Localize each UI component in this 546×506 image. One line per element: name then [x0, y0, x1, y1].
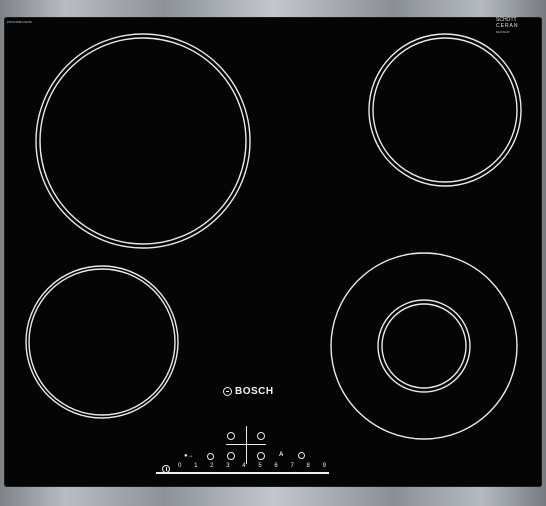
zone-select-front-left[interactable]: [227, 452, 235, 460]
burner-dual-inner-b: [381, 303, 467, 389]
zone-divider-horizontal: [226, 444, 266, 445]
zone-divider-vertical: [246, 426, 247, 464]
slider-digit[interactable]: 7: [290, 463, 293, 470]
zone-select-rear-left[interactable]: [227, 432, 235, 440]
slider-digit[interactable]: 0: [178, 463, 181, 470]
zone-select-rear-right[interactable]: [257, 432, 265, 440]
brand-label: BOSCH: [235, 386, 274, 397]
burner-rear-right-outer: [368, 33, 522, 187]
slider-track[interactable]: [156, 472, 329, 474]
slider-digit[interactable]: 5: [258, 463, 261, 470]
power-level-slider[interactable]: 0 1 2 3 4 5 6 7 8 9: [156, 463, 329, 474]
slider-digit[interactable]: 4: [242, 463, 245, 470]
slider-digit[interactable]: 2: [210, 463, 213, 470]
burner-small-inner: [28, 268, 176, 416]
burner-small-outer: [25, 265, 179, 419]
auto-function-button[interactable]: A: [279, 452, 283, 459]
burner-dual-inner-a: [377, 299, 471, 393]
slider-digit[interactable]: 1: [194, 463, 197, 470]
slider-digit[interactable]: 9: [323, 463, 326, 470]
brand-logo: BOSCH: [223, 386, 274, 397]
slider-digit[interactable]: 8: [307, 463, 310, 470]
slider-digit[interactable]: 3: [226, 463, 229, 470]
burner-large-outer: [35, 33, 251, 249]
child-lock-icon[interactable]: ●→: [184, 453, 194, 460]
zone-select-front-right[interactable]: [257, 452, 265, 460]
burner-dual-outer: [330, 252, 518, 440]
burner-large-inner: [39, 37, 247, 245]
slider-digit[interactable]: 6: [274, 463, 277, 470]
bosch-emblem-icon: [223, 387, 232, 396]
burner-rear-right-inner: [372, 37, 518, 183]
timer-icon[interactable]: [298, 452, 305, 459]
burner-markings: [25, 33, 522, 440]
wipe-protection-icon[interactable]: [207, 453, 214, 460]
